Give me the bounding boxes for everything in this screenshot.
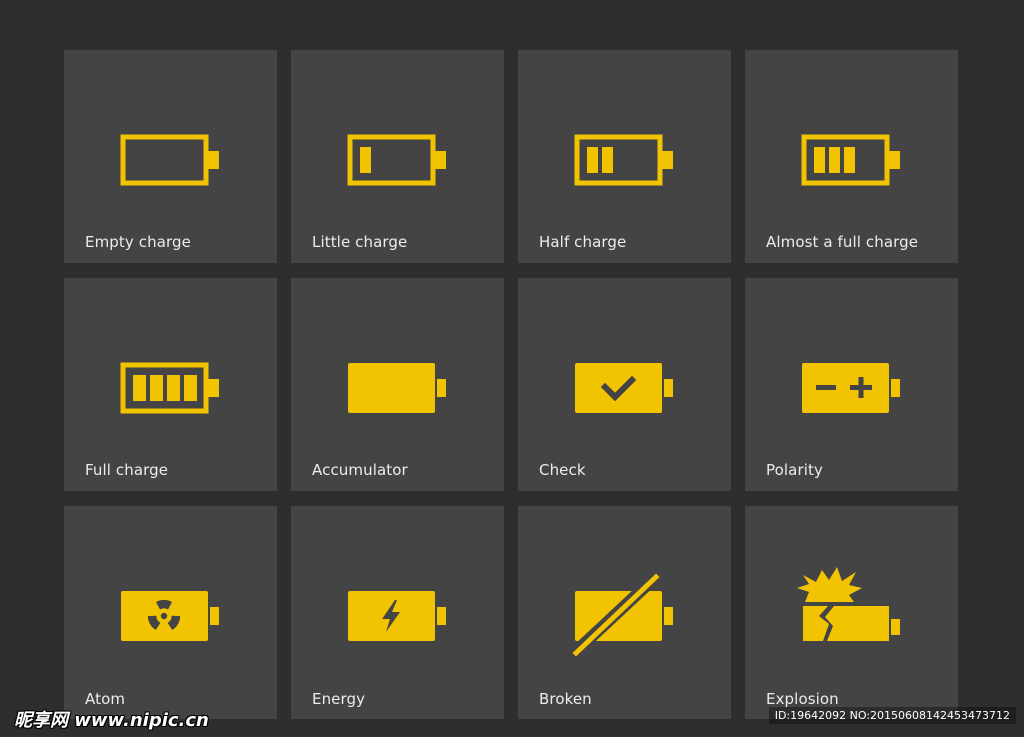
battery-energy-icon (331, 566, 481, 666)
tile-almost-full-charge: Almost a full charge (745, 50, 958, 263)
tile-accumulator: Accumulator (291, 278, 504, 491)
battery-full-icon (104, 338, 254, 438)
battery-check-icon (558, 338, 708, 438)
tile-label: Full charge (85, 461, 169, 479)
battery-atom-icon (104, 566, 254, 666)
tile-label: Broken (539, 690, 592, 708)
battery-almost-full-icon (785, 110, 935, 210)
tile-empty-charge: Empty charge (64, 50, 277, 263)
battery-half-icon (558, 110, 708, 210)
tile-broken: Broken (518, 506, 731, 719)
tile-polarity: Polarity (745, 278, 958, 491)
tile-label: Accumulator (312, 461, 408, 479)
watermark-id: ID:19642092 NO:20150608142453473712 (768, 707, 1016, 724)
icon-grid: Empty charge Little charge Half charge A… (64, 50, 958, 719)
battery-little-icon (331, 110, 481, 210)
tile-half-charge: Half charge (518, 50, 731, 263)
tile-energy: Energy (291, 506, 504, 719)
tile-full-charge: Full charge (64, 278, 277, 491)
battery-explosion-icon (785, 566, 935, 666)
battery-broken-icon (558, 566, 708, 666)
battery-accumulator-icon (331, 338, 481, 438)
tile-explosion: Explosion (745, 506, 958, 719)
tile-check: Check (518, 278, 731, 491)
tile-little-charge: Little charge (291, 50, 504, 263)
tile-label: Empty charge (85, 233, 191, 251)
tile-label: Half charge (539, 233, 627, 251)
tile-label: Check (539, 461, 586, 479)
tile-atom: Atom (64, 506, 277, 719)
tile-label: Almost a full charge (766, 233, 919, 251)
watermark-logo: 昵享网 www.nipic.cn (14, 710, 209, 731)
tile-label: Explosion (766, 690, 839, 708)
battery-polarity-icon (785, 338, 935, 438)
tile-label: Little charge (312, 233, 408, 251)
tile-label: Energy (312, 690, 366, 708)
tile-label: Polarity (766, 461, 823, 479)
battery-empty-icon (104, 110, 254, 210)
